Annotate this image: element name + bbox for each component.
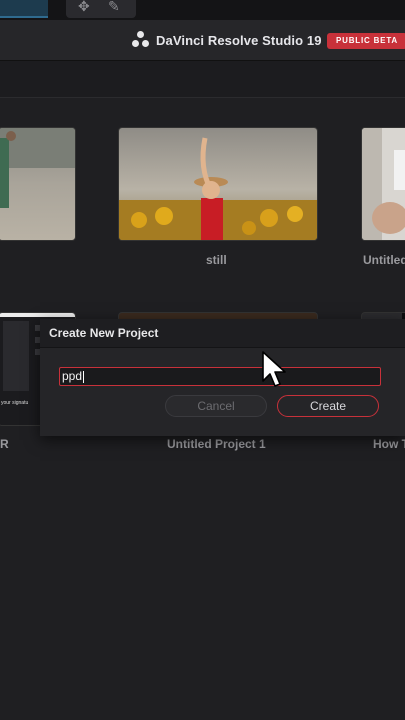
project-thumbnail-still[interactable] bbox=[118, 127, 318, 241]
project-name-input[interactable]: ppd bbox=[59, 367, 381, 386]
davinci-logo-icon bbox=[132, 31, 150, 49]
create-button[interactable]: Create bbox=[277, 395, 379, 417]
project-title: Untitled Project 1 bbox=[167, 437, 266, 451]
thumbnail-image bbox=[362, 128, 405, 240]
app-title: DaVinci Resolve Studio 19 bbox=[156, 32, 322, 48]
top-toolbar: ✥ ✎ bbox=[0, 0, 405, 20]
project-toolbar bbox=[0, 61, 405, 98]
text-caret bbox=[83, 370, 85, 383]
project-title: How T bbox=[373, 437, 405, 451]
project-title: R bbox=[0, 437, 9, 451]
project-thumbnail-untitled[interactable] bbox=[361, 127, 405, 241]
project-title: Untitled bbox=[363, 253, 405, 267]
timeline-indicator bbox=[0, 0, 48, 18]
public-beta-badge: PUBLIC BETA bbox=[327, 33, 405, 49]
project-manager-header: DaVinci Resolve Studio 19 PUBLIC BETA bbox=[0, 20, 405, 61]
project-title: still bbox=[206, 253, 227, 267]
create-project-dialog: Create New Project ppd Cancel Create bbox=[40, 319, 405, 436]
move-tool-icon[interactable]: ✥ bbox=[78, 0, 90, 15]
mouse-pointer-icon bbox=[262, 351, 286, 387]
dialog-title: Create New Project bbox=[49, 326, 159, 340]
cancel-button[interactable]: Cancel bbox=[165, 395, 267, 417]
brand: DaVinci Resolve Studio 19 bbox=[132, 31, 322, 49]
project-thumbnail-left[interactable] bbox=[0, 127, 76, 241]
tool-group[interactable]: ✥ ✎ bbox=[66, 0, 136, 18]
pen-tool-icon[interactable]: ✎ bbox=[108, 0, 120, 15]
thumbnail-image bbox=[119, 128, 317, 240]
project-name-value: ppd bbox=[62, 369, 83, 383]
thumbnail-image bbox=[0, 128, 75, 240]
dialog-header: Create New Project bbox=[40, 319, 405, 348]
thumbnail-caption: your signatu bbox=[1, 400, 29, 406]
